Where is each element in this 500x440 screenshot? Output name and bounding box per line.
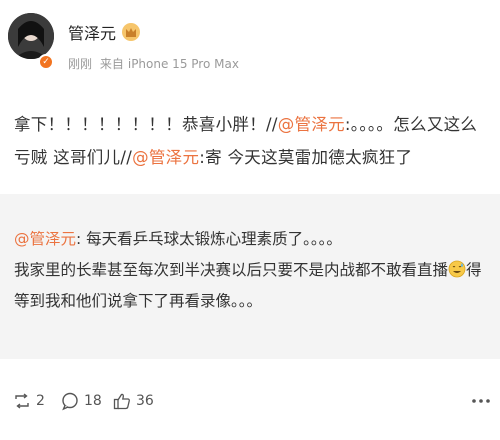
verified-icon: ✓ xyxy=(38,54,54,70)
comment-icon xyxy=(62,392,78,411)
avatar[interactable] xyxy=(8,13,54,59)
mention-link[interactable]: @管泽元 xyxy=(132,148,199,167)
mention-link[interactable]: @管泽元 xyxy=(14,230,76,248)
post-header: ✓ 管泽元 刚刚 来自 iPhone 15 Pro Max xyxy=(0,0,500,80)
repost-icon xyxy=(15,393,29,409)
post-text-part3: :寄 今天这莫雷加德太疯狂了 xyxy=(199,148,413,167)
more-icon[interactable] xyxy=(470,393,492,413)
source-prefix: 来自 xyxy=(99,57,124,71)
post-time: 刚刚 xyxy=(68,57,93,71)
post-meta: 刚刚 来自 iPhone 15 Pro Max xyxy=(68,55,243,72)
username-row: 管泽元 xyxy=(68,21,141,43)
repost-line1: : 每天看乒乓球太锻炼心理素质了。。。。 xyxy=(76,230,342,248)
sweat-smile-emoji-icon xyxy=(448,258,466,278)
like-icon xyxy=(113,393,130,410)
username[interactable]: 管泽元 xyxy=(68,20,116,44)
comment-count: 18 xyxy=(84,393,102,409)
action-bar: 2 18 36 xyxy=(0,383,500,419)
repost-body: @管泽元: 每天看乒乓球太锻炼心理素质了。。。。我家里的长辈甚至每次到半决赛以后… xyxy=(14,224,490,317)
mention-link[interactable]: @管泽元 xyxy=(278,115,345,134)
like-button[interactable]: 36 xyxy=(112,383,154,419)
post-text-part1: 拿下！！！！！！！！恭喜小胖！// xyxy=(14,115,278,134)
repost-button[interactable]: 2 xyxy=(12,383,45,419)
repost-line2a: 我家里的长辈甚至每次到半决赛以后只要不是内战都不敢看直播 xyxy=(14,261,449,279)
device-source[interactable]: iPhone 15 Pro Max xyxy=(128,57,239,71)
reposted-content[interactable]: @管泽元: 每天看乒乓球太锻炼心理素质了。。。。我家里的长辈甚至每次到半决赛以后… xyxy=(0,194,500,359)
repost-count: 2 xyxy=(36,393,45,409)
crown-icon xyxy=(121,22,141,42)
comment-button[interactable]: 18 xyxy=(60,383,102,419)
post-body: 拿下！！！！！！！！恭喜小胖！//@管泽元:。。。。怎么又这么亏贼 这哥们儿//… xyxy=(14,108,490,174)
like-count: 36 xyxy=(136,393,154,409)
